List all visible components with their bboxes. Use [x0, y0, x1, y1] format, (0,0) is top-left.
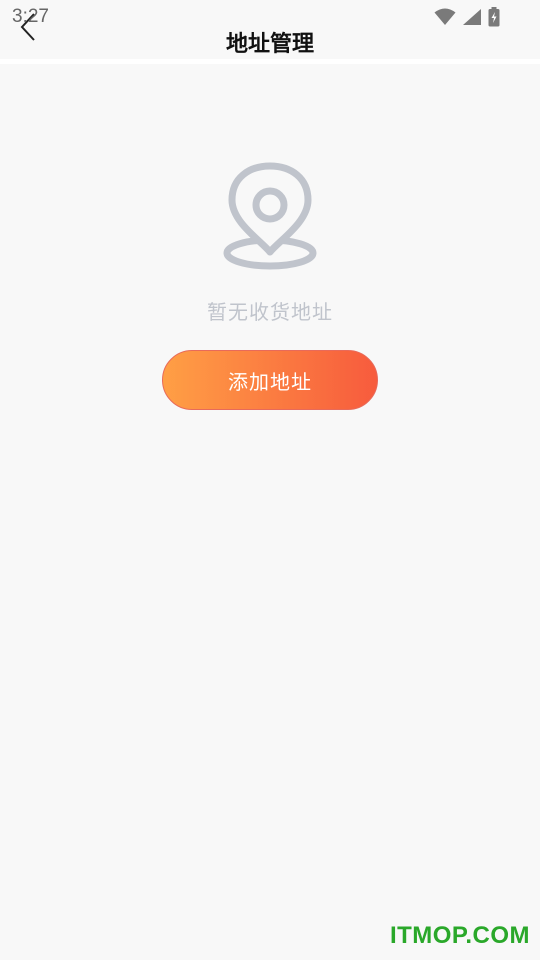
- status-bar: 3:27: [0, 0, 540, 34]
- add-address-label: 添加地址: [228, 369, 312, 394]
- watermark-text: ITMOP.COM: [389, 922, 530, 949]
- wifi-icon: [434, 8, 456, 25]
- header-divider: [0, 59, 540, 64]
- location-pin-icon: [223, 162, 317, 270]
- cellular-signal-icon: [463, 9, 481, 25]
- empty-message: 暂无收货地址: [207, 300, 333, 324]
- page-title: 地址管理: [225, 32, 314, 57]
- status-icons: [434, 7, 500, 27]
- battery-charging-icon: [488, 7, 500, 27]
- status-time: 3:27: [12, 6, 49, 27]
- add-address-button[interactable]: 添加地址: [162, 350, 378, 410]
